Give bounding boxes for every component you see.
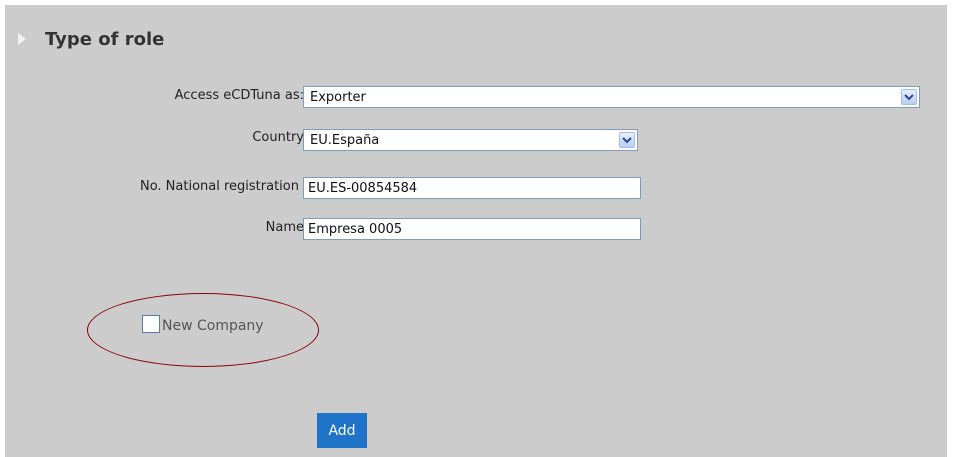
country-value: EU.España — [310, 133, 380, 148]
chevron-down-icon[interactable] — [901, 89, 917, 105]
section-arrow-icon — [18, 33, 26, 45]
new-company-checkbox[interactable] — [142, 315, 160, 333]
access-role-select[interactable]: Exporter — [303, 86, 920, 108]
access-label: Access eCDTuna as: — [174, 88, 304, 103]
registration-label: No. National registration — [139, 179, 299, 194]
registration-input[interactable] — [303, 177, 641, 199]
access-role-value: Exporter — [310, 90, 366, 105]
country-label: Country — [252, 130, 304, 145]
new-company-label[interactable]: New Company — [162, 318, 264, 334]
country-select[interactable]: EU.España — [303, 129, 638, 151]
name-label: Name — [265, 220, 304, 235]
type-of-role-panel: Type of role Access eCDTuna as: Exporter… — [5, 5, 947, 457]
chevron-down-icon[interactable] — [619, 132, 635, 148]
add-button[interactable]: Add — [317, 413, 367, 448]
section-title: Type of role — [45, 29, 165, 50]
name-input[interactable] — [303, 218, 641, 240]
